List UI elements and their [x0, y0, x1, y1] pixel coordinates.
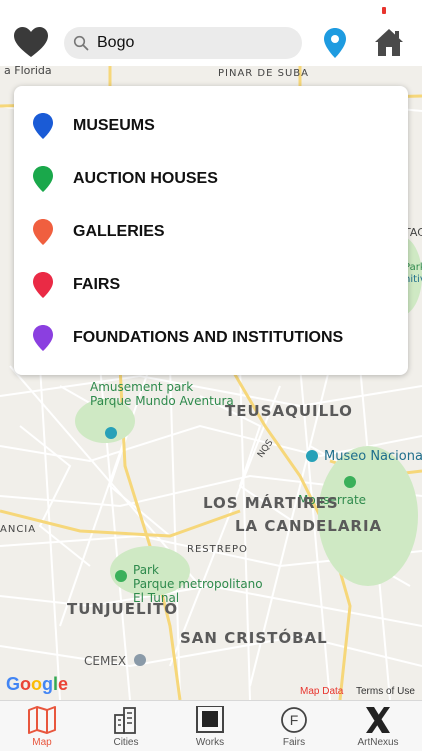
- tab-label: Works: [195, 737, 225, 748]
- artnexus-icon: [366, 707, 390, 733]
- legend-item-fairs[interactable]: FAIRS: [14, 265, 408, 305]
- park-marker[interactable]: [115, 570, 127, 582]
- district-label: TUNJUELITO: [67, 600, 179, 618]
- poi-label: Parque Mundo Aventura: [90, 394, 234, 408]
- tab-map[interactable]: Map: [0, 701, 84, 751]
- map-data-link[interactable]: Map Data: [300, 686, 343, 697]
- tab-label: Map: [32, 737, 52, 748]
- gallery-pin-icon: [33, 219, 53, 245]
- tab-fairs[interactable]: F Fairs: [252, 701, 336, 751]
- legend-item-auction-houses[interactable]: AUCTION HOUSES: [14, 159, 408, 199]
- poi-label: Museo Nacional: [324, 449, 422, 464]
- district-label: LOS MÁRTIRES: [203, 494, 339, 512]
- legend-label: AUCTION HOUSES: [73, 170, 218, 187]
- poi-label: CEMEX: [84, 654, 127, 668]
- legend-item-museums[interactable]: MUSEUMS: [14, 106, 408, 146]
- auction-house-pin-icon: [33, 166, 53, 192]
- legend-label: FAIRS: [73, 276, 121, 293]
- top-bar: Bogo: [0, 0, 422, 66]
- search-icon: [73, 35, 89, 51]
- status-indicator: [382, 7, 386, 14]
- fairs-icon: F: [281, 707, 307, 733]
- poi-label: Park: [133, 563, 159, 577]
- svg-text:F: F: [290, 712, 299, 728]
- fair-pin-icon: [33, 272, 53, 298]
- google-logo: Google: [6, 674, 69, 694]
- legend-item-foundations[interactable]: FOUNDATIONS AND INSTITUTIONS: [14, 318, 408, 358]
- tab-artnexus[interactable]: ArtNexus: [336, 701, 420, 751]
- poi-label: Parque metropolitano: [133, 577, 263, 591]
- street-label: RESTREPO: [187, 544, 248, 555]
- district-label: SAN CRISTÓBAL: [180, 629, 328, 647]
- district-label: TEUSAQUILLO: [225, 402, 353, 420]
- map-icon: [28, 706, 56, 734]
- tab-label: Fairs: [282, 737, 306, 748]
- street-label: PINAR DE SUBA: [218, 68, 309, 79]
- legend-item-galleries[interactable]: GALLERIES: [14, 212, 408, 252]
- home-icon[interactable]: [373, 26, 405, 58]
- search-field[interactable]: Bogo: [64, 27, 302, 59]
- legend-label: MUSEUMS: [73, 117, 155, 134]
- street-label: a Florida: [4, 66, 52, 77]
- place-type-legend: MUSEUMS AUCTION HOUSES GALLERIES FAIRS F…: [14, 86, 408, 375]
- museum-marker[interactable]: [306, 450, 318, 462]
- poi-marker[interactable]: [134, 654, 146, 666]
- tab-works[interactable]: Works: [168, 701, 252, 751]
- search-input[interactable]: Bogo: [97, 27, 134, 59]
- legend-label: GALLERIES: [73, 223, 165, 240]
- district-label: LA CANDELARIA: [235, 517, 383, 535]
- poi-label: Amusement park: [90, 380, 194, 394]
- tab-cities[interactable]: Cities: [84, 701, 168, 751]
- museum-pin-icon: [33, 113, 53, 139]
- tab-label: ArtNexus: [357, 737, 399, 748]
- favorites-heart-icon[interactable]: [13, 26, 49, 58]
- street-label: ANCIA: [0, 524, 37, 535]
- poi-marker[interactable]: [344, 476, 356, 488]
- tab-label: Cities: [113, 737, 139, 748]
- cities-icon: [114, 707, 136, 734]
- foundation-pin-icon: [33, 325, 53, 351]
- terms-of-use-link[interactable]: Terms of Use: [356, 686, 415, 697]
- location-pin-icon[interactable]: [322, 27, 348, 59]
- legend-label: FOUNDATIONS AND INSTITUTIONS: [73, 329, 344, 346]
- works-icon: [196, 706, 224, 733]
- poi-marker[interactable]: [105, 427, 117, 439]
- tab-bar: Map Cities Works F Fairs ArtNexus: [0, 700, 422, 751]
